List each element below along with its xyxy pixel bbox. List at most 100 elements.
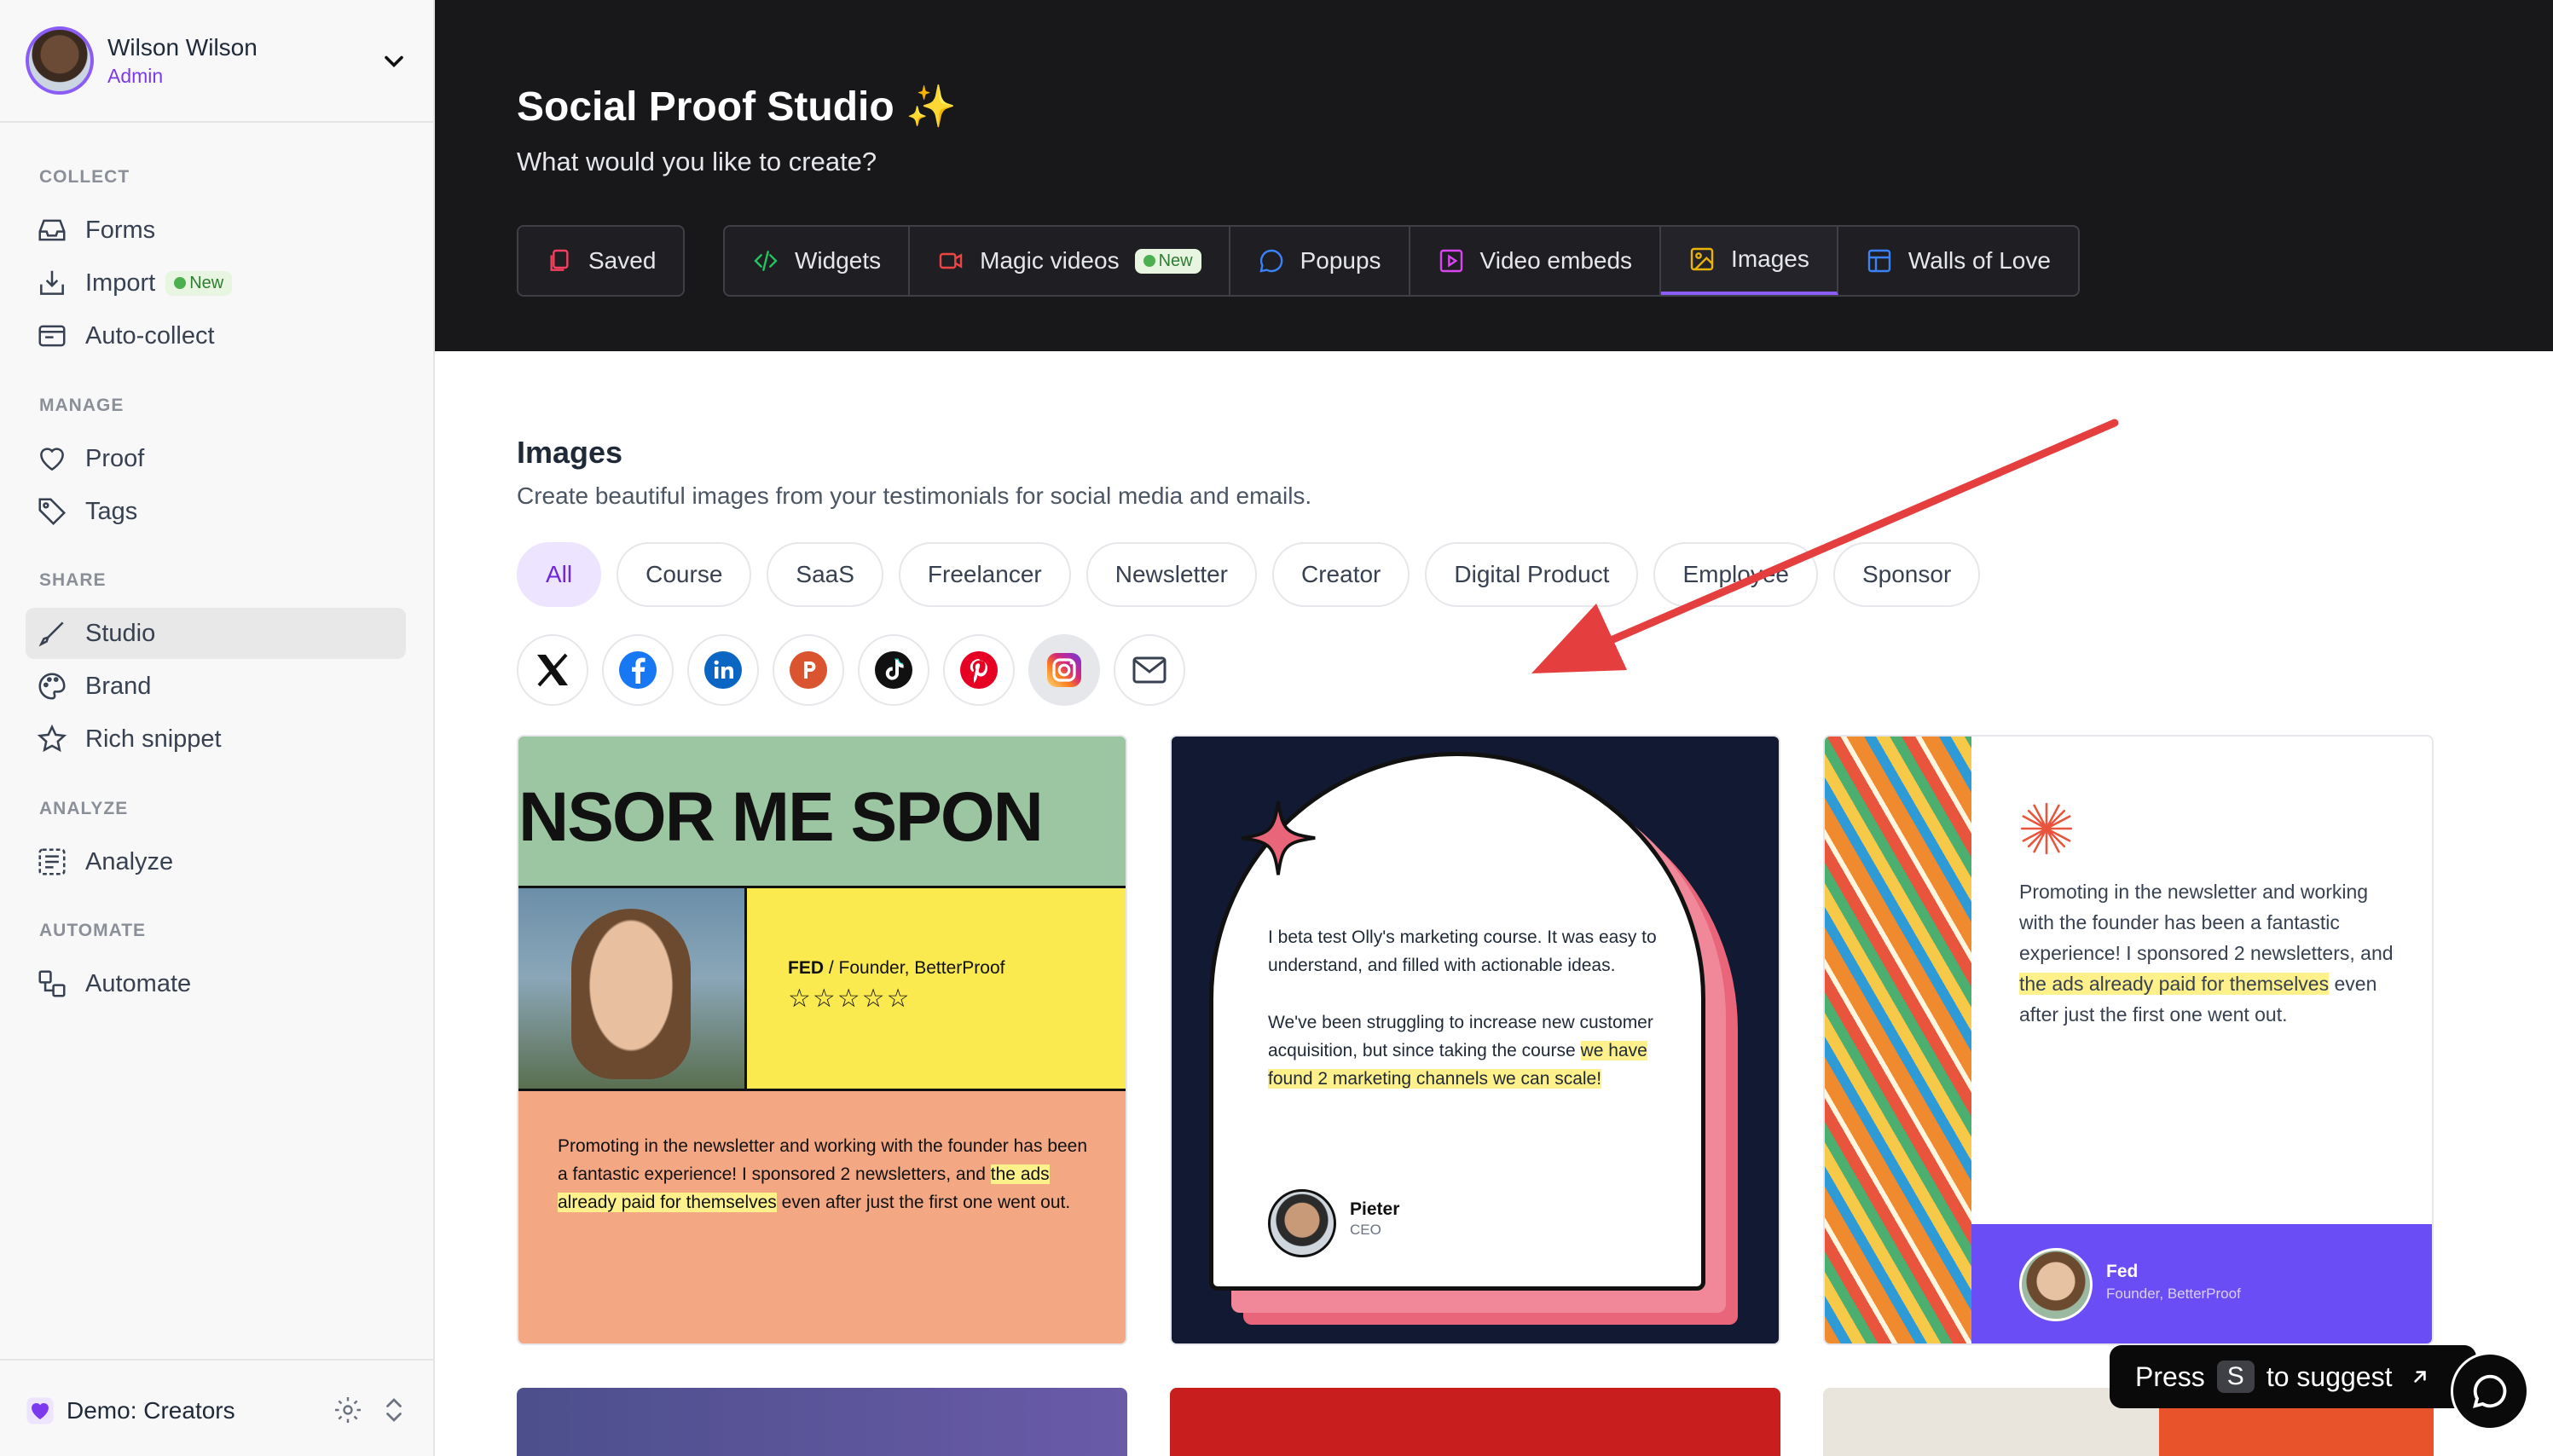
social-producthunt[interactable] (773, 634, 844, 706)
sidebar-item-studio[interactable]: Studio (26, 608, 406, 659)
page-subtitle: What would you like to create? (517, 147, 877, 176)
social-tiktok[interactable] (858, 634, 929, 706)
template-card-newsletter[interactable]: Promoting in the newsletter and working … (1823, 735, 2434, 1345)
chevron-down-icon[interactable] (379, 46, 409, 77)
testimonial-text-part: Promoting in the newsletter and working … (2019, 881, 2394, 964)
star-icon (37, 724, 67, 753)
palette-icon (38, 673, 66, 700)
sidebar-item-label: Rich snippet (85, 725, 222, 753)
suggest-label: to suggest (2266, 1361, 2393, 1392)
pinterest-icon (960, 651, 998, 689)
sidebar-item-label: Studio (85, 619, 156, 647)
sidebar-item-brand[interactable]: Brand (26, 661, 406, 712)
instagram-icon (1047, 653, 1081, 687)
filter-chip-course[interactable]: Course (617, 542, 752, 607)
section-label-share: SHARE (39, 570, 107, 590)
filter-chip-creator[interactable]: Creator (1272, 542, 1410, 607)
heart-icon (40, 448, 64, 471)
filter-chip-all[interactable]: All (517, 542, 602, 607)
tab-saved[interactable]: Saved (518, 227, 683, 295)
workspace-switcher[interactable]: Demo: Creators (26, 1381, 409, 1441)
social-instagram[interactable] (1028, 634, 1100, 706)
sparkle-icon: ✨ (906, 84, 957, 130)
chevron-updown-icon[interactable] (379, 1393, 409, 1427)
inbox-icon (38, 219, 66, 241)
author-name: Fed (2106, 1262, 2139, 1281)
testimonial-paragraph: We've been struggling to increase new cu… (1268, 1008, 1669, 1093)
gear-icon[interactable] (333, 1395, 363, 1425)
sidebar-item-proof[interactable]: Proof (26, 433, 406, 484)
tab-walls-of-love[interactable]: Walls of Love (1838, 227, 2078, 295)
tiktok-icon (875, 651, 912, 689)
tab-images[interactable]: Images (1661, 227, 1838, 295)
sidebar-item-label: Forms (85, 216, 156, 244)
testimonial-text-part: even after just the first one went out. (776, 1193, 1071, 1212)
workspace-name: Demo: Creators (67, 1397, 235, 1424)
author-avatar (2019, 1248, 2093, 1321)
template-card-course[interactable]: I beta test Olly's marketing course. It … (1170, 735, 1780, 1345)
sparkle-star-icon (1241, 800, 1316, 875)
tab-magic-videos[interactable]: Magic videos New (910, 227, 1230, 295)
sidebar-item-label: Automate (85, 969, 192, 997)
filter-chip-sponsor[interactable]: Sponsor (1832, 542, 1981, 607)
tab-popups[interactable]: Popups (1230, 227, 1410, 295)
social-email[interactable] (1114, 634, 1185, 706)
avatar (26, 26, 94, 95)
author-name: Pieter (1350, 1199, 1400, 1219)
chat-button[interactable] (2451, 1352, 2529, 1430)
template-card-sponsor[interactable]: NSOR ME SPON FED / Founder, BetterProof … (517, 735, 1127, 1345)
burst-icon (2020, 802, 2073, 855)
social-linkedin[interactable] (687, 634, 759, 706)
user-name: Wilson Wilson (107, 33, 258, 61)
suggest-button[interactable]: Press S to suggest (2110, 1345, 2476, 1408)
tag-icon (38, 498, 67, 526)
tab-label: Widgets (795, 247, 882, 274)
sidebar-item-automate[interactable]: Automate (26, 958, 406, 1009)
rating-stars: ☆☆☆☆☆ (788, 985, 912, 1013)
brush-icon (38, 621, 64, 647)
saved-tab-group: Saved (517, 225, 686, 297)
section-label-automate: AUTOMATE (39, 921, 147, 940)
author-avatar (1268, 1189, 1336, 1257)
author-footer: Fed Founder, BetterProof (1971, 1224, 2432, 1343)
testimonial-highlight: the ads already paid for themselves (2019, 973, 2330, 995)
social-x[interactable] (517, 634, 588, 706)
tab-video-embeds[interactable]: Video embeds (1410, 227, 1662, 295)
social-pinterest[interactable] (943, 634, 1015, 706)
section-description: Create beautiful images from your testim… (517, 482, 1312, 509)
section-label-manage: MANAGE (39, 396, 124, 415)
tab-label: Saved (588, 247, 657, 274)
hero-header: Social Proof Studio ✨ What would you lik… (435, 0, 2553, 351)
badge-label: New (1158, 251, 1193, 270)
sidebar-item-import[interactable]: Import New (26, 257, 406, 309)
sidebar-item-tags[interactable]: Tags (26, 486, 406, 537)
section-label-collect: COLLECT (39, 167, 130, 187)
sidebar-item-forms[interactable]: Forms (26, 205, 406, 256)
social-format-filters (517, 634, 1185, 706)
testimonial-text: Promoting in the newsletter and working … (558, 1132, 1095, 1216)
app-root: Wilson Wilson Admin COLLECT Forms Import… (0, 0, 2553, 1456)
filter-chip-freelancer[interactable]: Freelancer (898, 542, 1071, 607)
author-name: FED (788, 958, 824, 978)
tab-widgets[interactable]: Widgets (725, 227, 911, 295)
sidebar-item-label: Tags (85, 497, 138, 525)
template-card-partial[interactable] (1170, 1388, 1780, 1456)
auto-collect-icon (38, 325, 66, 347)
sidebar-item-rich-snippet[interactable]: Rich snippet (26, 714, 406, 765)
globe-icon (174, 277, 187, 289)
filter-chip-newsletter[interactable]: Newsletter (1085, 542, 1257, 607)
main-content: Social Proof Studio ✨ What would you lik… (435, 0, 2553, 1456)
sidebar-item-analyze[interactable]: Analyze (26, 836, 406, 887)
external-arrow-icon (2414, 1371, 2427, 1383)
user-menu[interactable]: Wilson Wilson Admin (26, 26, 409, 95)
template-card-partial[interactable] (517, 1388, 1127, 1456)
video-icon (939, 252, 963, 269)
facebook-icon (619, 651, 657, 689)
filter-chip-saas[interactable]: SaaS (767, 542, 883, 607)
social-facebook[interactable] (602, 634, 674, 706)
filter-chip-digital-product[interactable]: Digital Product (1425, 542, 1639, 607)
sidebar-item-auto-collect[interactable]: Auto-collect (26, 310, 406, 361)
filter-chip-employee[interactable]: Employee (1653, 542, 1818, 607)
author-panel: FED / Founder, BetterProof ☆☆☆☆☆ (747, 888, 1126, 1091)
sidebar-item-label: Brand (85, 672, 152, 700)
